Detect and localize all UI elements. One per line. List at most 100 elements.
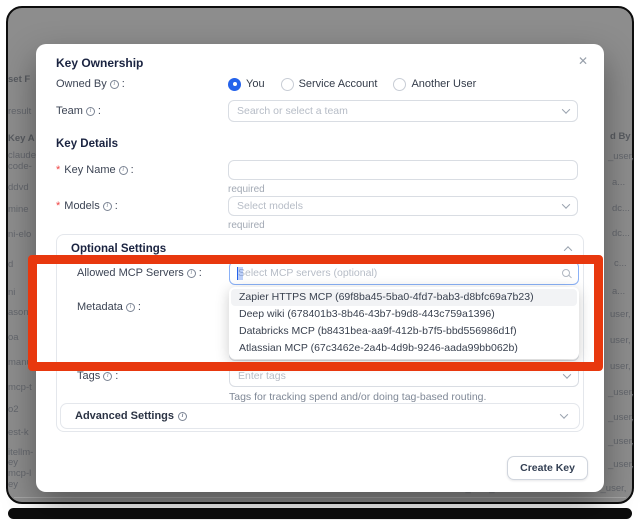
text-cursor (237, 267, 243, 280)
chevron-up-icon[interactable] (564, 246, 572, 254)
background-text-fragment: dc... (612, 228, 630, 239)
models-label: * Models i : (56, 200, 228, 212)
owned-by-row: Owned By i : You Service Account Another… (56, 76, 476, 92)
radio-option-service-account[interactable]: Service Account (281, 78, 378, 91)
radio-label: Service Account (299, 78, 378, 90)
background-text-fragment: _user, (608, 436, 634, 447)
background-text-fragment: mcp-t (8, 382, 32, 393)
key-ownership-modal: Key Ownership ✕ Owned By i : You Service… (36, 44, 604, 492)
modal-title: Key Ownership (56, 56, 143, 70)
background-text-fragment: _user, (608, 151, 634, 162)
radio-unselected-icon[interactable] (393, 78, 406, 91)
key-name-required-note: required (228, 184, 265, 195)
background-text-fragment: claude (8, 150, 36, 161)
background-text-fragment: result (8, 106, 31, 117)
mcp-servers-label: Allowed MCP Servers i : (77, 267, 229, 279)
radio-selected-icon[interactable] (228, 78, 241, 91)
owned-by-label-text: Owned By (56, 78, 107, 90)
radio-option-you[interactable]: You (228, 78, 265, 91)
background-text-fragment: ason2 (8, 307, 34, 318)
background-text-fragment: a... (612, 177, 625, 188)
label-colon: : (138, 301, 141, 313)
background-text-fragment: _user, (608, 459, 634, 470)
team-select[interactable]: Search or select a team (228, 100, 578, 122)
key-name-label: * Key Name i : (56, 164, 228, 176)
background-text-fragment: ni-elo (8, 229, 31, 240)
background-text-fragment: user, (610, 361, 631, 372)
mcp-server-option[interactable]: Databricks MCP (b8431bea-aa9f-412b-b7f5-… (231, 323, 577, 340)
background-text-fragment: ey (8, 479, 18, 490)
advanced-settings-heading: Advanced Settings (75, 410, 174, 422)
tags-help-text: Tags for tracking spend and/or doing tag… (229, 391, 585, 403)
radio-label: You (246, 78, 265, 90)
info-icon: i (187, 269, 196, 278)
mcp-server-option[interactable]: Deep wiki (678401b3-8b46-43b7-b9d8-443c7… (231, 306, 577, 323)
background-text-fragment: oa (8, 332, 19, 343)
tags-select-placeholder: Enter tags (238, 370, 564, 382)
chevron-down-icon (562, 200, 570, 208)
chevron-down-icon (563, 370, 571, 378)
info-icon: i (178, 412, 187, 421)
mcp-servers-label-text: Allowed MCP Servers (77, 267, 184, 279)
tags-select[interactable]: Enter tags (229, 365, 579, 387)
background-text-fragment: est-k (8, 427, 29, 438)
key-name-label-text: Key Name (64, 164, 115, 176)
background-text-fragment: set F (8, 74, 30, 85)
mcp-server-dropdown: Zapier HTTPS MCP (69f8ba45-5ba0-4fd7-bab… (229, 287, 579, 359)
tags-label-text: Tags (77, 370, 100, 382)
models-required-note: required (228, 220, 265, 231)
background-text-fragment: o2 (8, 404, 19, 415)
team-row: Team i : Search or select a team (56, 100, 578, 122)
required-marker: * (56, 164, 60, 176)
info-icon: i (86, 107, 95, 116)
mcp-server-option[interactable]: Zapier HTTPS MCP (69f8ba45-5ba0-4fd7-bab… (231, 289, 577, 306)
chevron-down-icon (562, 105, 570, 113)
metadata-label-text: Metadata (77, 301, 123, 313)
background-text-fragment: ni (8, 287, 15, 298)
team-select-placeholder: Search or select a team (237, 105, 563, 117)
metadata-label: Metadata i : (77, 301, 249, 313)
radio-option-another-user[interactable]: Another User (393, 78, 476, 91)
owned-by-label: Owned By i : (56, 78, 228, 90)
background-text-fragment: d By (610, 131, 631, 142)
background-text-fragment: mine (8, 204, 29, 215)
optional-settings-panel: Optional Settings Allowed MCP Servers i … (56, 234, 584, 432)
info-icon: i (110, 80, 119, 89)
background-text-fragment: user, (610, 309, 631, 320)
team-label: Team i : (56, 105, 228, 117)
team-label-text: Team (56, 105, 83, 117)
search-icon (562, 269, 570, 277)
label-colon: : (122, 78, 125, 90)
close-icon[interactable]: ✕ (578, 54, 588, 68)
mcp-servers-placeholder: Select MCP servers (optional) (238, 267, 562, 279)
models-select[interactable]: Select models (228, 196, 578, 216)
label-colon: : (98, 105, 101, 117)
info-icon: i (126, 303, 135, 312)
radio-unselected-icon[interactable] (281, 78, 294, 91)
mcp-servers-input[interactable]: Select MCP servers (optional) (229, 261, 579, 285)
tags-row: Tags i : Enter tags (77, 365, 579, 387)
info-icon: i (119, 166, 128, 175)
mcp-server-option[interactable]: Atlassian MCP (67c3462e-2a4b-4d9b-9246-a… (231, 340, 577, 357)
background-text-fragment: manu (8, 357, 32, 368)
advanced-settings-label: Advanced Settings i (75, 410, 187, 422)
advanced-settings-accordion[interactable]: Advanced Settings i (60, 403, 580, 429)
optional-settings-heading: Optional Settings (71, 243, 166, 255)
info-icon: i (103, 202, 112, 211)
radio-label: Another User (411, 78, 476, 90)
background-text-fragment: c... (614, 258, 627, 269)
models-label-text: Models (64, 200, 99, 212)
chevron-down-icon[interactable] (560, 410, 568, 418)
key-name-row: * Key Name i : (56, 160, 578, 180)
label-colon: : (115, 370, 118, 382)
key-name-input[interactable] (228, 160, 578, 180)
create-key-button[interactable]: Create Key (507, 456, 588, 480)
models-row: * Models i : Select models (56, 196, 578, 216)
label-colon: : (199, 267, 202, 279)
background-text-fragment: a... (612, 286, 625, 297)
models-select-placeholder: Select models (237, 200, 563, 212)
label-colon: : (115, 200, 118, 212)
optional-settings-header[interactable]: Optional Settings (71, 241, 571, 257)
background-text-fragment: d (8, 259, 13, 270)
background-text-fragment: ey (8, 457, 18, 468)
